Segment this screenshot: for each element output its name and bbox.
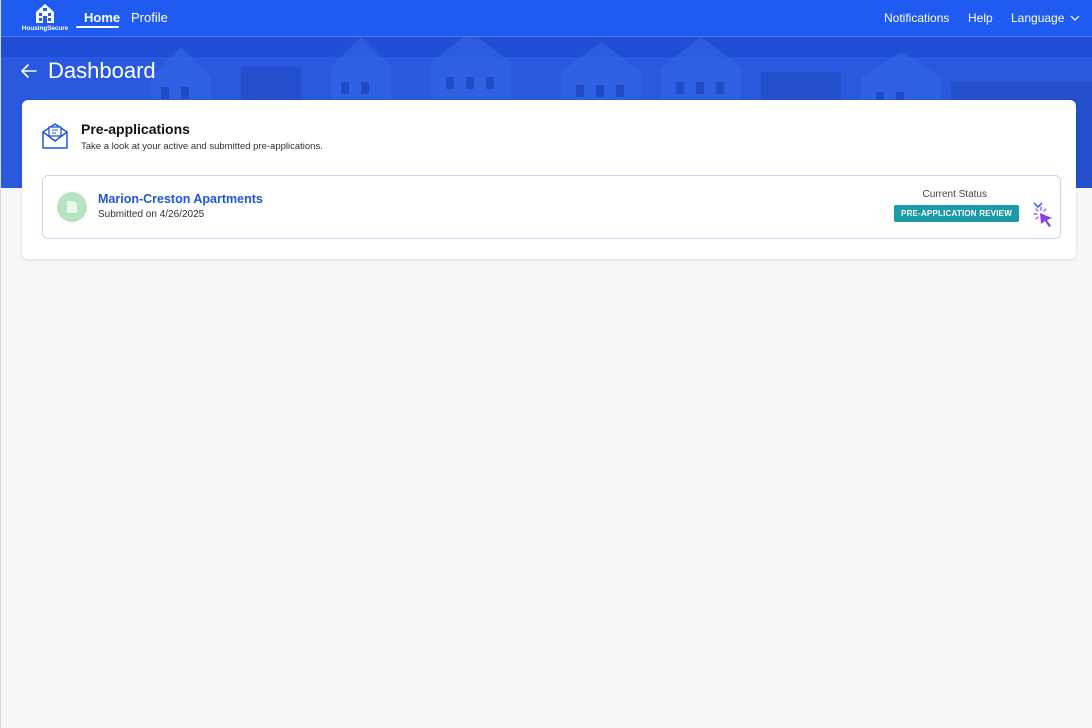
language-dropdown[interactable]: Language bbox=[1011, 11, 1080, 25]
page: HousingSecure Home Profile Notifications… bbox=[0, 0, 1092, 728]
current-status-label: Current Status bbox=[922, 189, 987, 200]
nav-home-link[interactable]: Home bbox=[84, 10, 120, 25]
application-name-link[interactable]: Marion-Creston Apartments bbox=[98, 192, 263, 206]
page-title: Dashboard bbox=[48, 58, 156, 83]
nav-profile-link[interactable]: Profile bbox=[131, 10, 168, 25]
envelope-open-icon bbox=[42, 123, 68, 149]
active-tab-indicator bbox=[76, 26, 119, 28]
nav-help-label: Help bbox=[968, 11, 993, 25]
logo[interactable]: HousingSecure bbox=[20, 2, 70, 36]
application-submitted-date: Submitted on 4/26/2025 bbox=[98, 209, 205, 220]
page-title-row: Dashboard bbox=[20, 58, 156, 84]
house-building-icon bbox=[36, 4, 54, 23]
status-badge: PRE-APPLICATION REVIEW bbox=[894, 205, 1019, 222]
top-navigation: HousingSecure Home Profile Notifications… bbox=[1, 0, 1092, 37]
nav-notifications-link[interactable]: Notifications bbox=[884, 11, 949, 25]
preapplications-card: Pre-applications Take a look at your act… bbox=[22, 100, 1076, 259]
language-label: Language bbox=[1011, 11, 1065, 25]
nav-notifications-label: Notifications bbox=[884, 11, 950, 25]
logo-text: HousingSecure bbox=[21, 25, 69, 32]
chevron-down-icon bbox=[1070, 15, 1080, 21]
card-subtitle: Take a look at your active and submitted… bbox=[81, 141, 323, 152]
nav-help-link[interactable]: Help bbox=[968, 11, 993, 25]
arrow-left-icon[interactable] bbox=[20, 63, 38, 79]
card-title: Pre-applications bbox=[81, 121, 190, 137]
document-icon bbox=[67, 201, 77, 213]
card-header: Pre-applications Take a look at your act… bbox=[41, 120, 323, 152]
preapplication-list-item[interactable]: Marion-Creston Apartments Submitted on 4… bbox=[42, 175, 1061, 239]
pointer-cursor-icon bbox=[1033, 206, 1052, 227]
card-header-text: Pre-applications Take a look at your act… bbox=[81, 120, 323, 152]
application-avatar bbox=[57, 192, 87, 222]
